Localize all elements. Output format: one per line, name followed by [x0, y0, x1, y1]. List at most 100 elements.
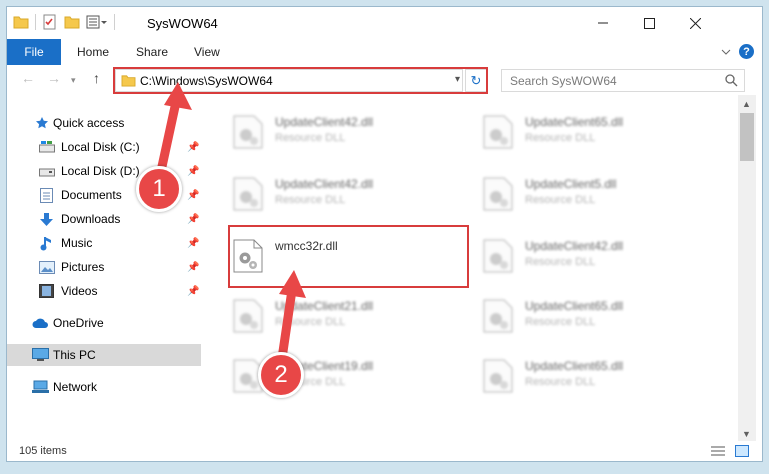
drive-icon	[39, 141, 55, 153]
vertical-scrollbar[interactable]: ▲ ▼	[738, 95, 756, 441]
file-item[interactable]: UpdateClient42.dll Resource DLL	[477, 233, 707, 289]
sidebar-item-label: This PC	[53, 348, 96, 362]
toolbar-separator	[114, 14, 115, 30]
dll-file-icon	[483, 177, 513, 214]
properties-icon[interactable]	[42, 14, 58, 30]
sidebar-item-label: Local Disk (C:)	[61, 140, 140, 154]
maximize-button[interactable]	[626, 7, 672, 39]
sidebar-item-label: Videos	[61, 284, 98, 298]
tab-file[interactable]: File	[7, 39, 61, 65]
sidebar-item-pictures[interactable]: Pictures 📌	[7, 256, 201, 278]
status-bar: 105 items	[7, 441, 762, 461]
explorer-window: SysWOW64 File Home Share View ? ← → ▾ ↑ …	[6, 6, 763, 462]
customize-toolbar-icon[interactable]	[86, 15, 108, 29]
file-item[interactable]: UpdateClient65.dll Resource DLL	[477, 109, 707, 165]
ribbon-controls: ?	[721, 44, 754, 59]
videos-icon	[39, 284, 54, 298]
pictures-icon	[39, 260, 55, 274]
maximize-icon	[643, 17, 655, 29]
file-type: Resource DLL	[525, 132, 596, 144]
search-box[interactable]: Search SysWOW64	[501, 69, 745, 92]
file-name: UpdateClient42.dll	[525, 239, 624, 253]
search-input[interactable]: Search SysWOW64	[510, 74, 617, 88]
close-button[interactable]	[672, 7, 718, 39]
pin-icon[interactable]: 📌	[187, 214, 199, 225]
toolbar-separator	[35, 14, 36, 30]
folder-icon	[13, 16, 29, 29]
up-arrow-icon[interactable]: ↑	[93, 70, 100, 86]
item-count: 105 items	[19, 445, 67, 457]
navigation-bar: ← → ▾ ↑ C:\Windows\SysWOW64 ▾ ↻ Search S…	[7, 65, 762, 95]
help-icon[interactable]: ?	[739, 44, 754, 59]
quick-access-toolbar	[13, 14, 115, 30]
dll-file-icon	[483, 115, 513, 152]
file-type: Resource DLL	[525, 194, 596, 206]
dll-file-icon	[483, 359, 513, 396]
sidebar-item-this-pc[interactable]: This PC	[7, 344, 201, 366]
sidebar-item-downloads[interactable]: Downloads 📌	[7, 208, 201, 230]
search-icon	[725, 74, 738, 87]
pin-icon[interactable]: 📌	[187, 286, 199, 297]
sidebar-item-network[interactable]: Network	[7, 376, 201, 398]
sidebar-item-label: Local Disk (D:)	[61, 164, 140, 178]
pin-icon[interactable]: 📌	[187, 238, 199, 249]
title-bar: SysWOW64	[7, 7, 762, 39]
dll-file-icon	[233, 115, 263, 152]
tab-share[interactable]: Share	[136, 39, 168, 65]
minimize-icon	[598, 22, 608, 24]
minimize-button[interactable]	[580, 7, 626, 39]
file-item[interactable]: UpdateClient65.dll Resource DLL	[477, 353, 707, 409]
file-name: UpdateClient42.dll	[275, 177, 374, 191]
expand-ribbon-icon[interactable]	[721, 48, 731, 56]
file-name: UpdateClient65.dll	[525, 299, 624, 313]
dll-file-icon	[483, 299, 513, 336]
sidebar-item-onedrive[interactable]: OneDrive	[7, 312, 201, 334]
recent-locations-chevron-icon[interactable]: ▾	[71, 75, 76, 86]
music-icon	[40, 236, 54, 251]
scroll-down-icon[interactable]: ▼	[742, 429, 751, 439]
file-item[interactable]: UpdateClient65.dll Resource DLL	[477, 293, 707, 349]
sidebar-item-label: Downloads	[61, 212, 121, 226]
computer-icon	[32, 348, 49, 362]
star-icon	[35, 116, 49, 130]
new-folder-icon[interactable]	[64, 15, 80, 29]
file-item[interactable]: UpdateClient5.dll Resource DLL	[477, 171, 707, 227]
large-icons-view-icon[interactable]	[735, 445, 749, 457]
file-name: UpdateClient65.dll	[525, 359, 624, 373]
sidebar-item-videos[interactable]: Videos 📌	[7, 280, 201, 302]
scrollbar-thumb[interactable]	[740, 113, 754, 161]
file-item[interactable]: UpdateClient42.dll Resource DLL	[227, 109, 457, 165]
tab-home[interactable]: Home	[77, 39, 109, 65]
forward-arrow-icon[interactable]: →	[47, 70, 61, 86]
details-view-icon[interactable]	[711, 445, 725, 457]
back-arrow-icon[interactable]: ←	[21, 70, 35, 86]
dll-file-icon	[233, 177, 263, 214]
dll-file-icon	[483, 239, 513, 276]
drive-icon	[39, 165, 55, 177]
file-item[interactable]: UpdateClient42.dll Resource DLL	[227, 171, 457, 227]
step-2-badge: 2	[258, 352, 304, 398]
file-type: Resource DLL	[525, 376, 596, 388]
sidebar-item-label: OneDrive	[53, 316, 104, 330]
tab-view[interactable]: View	[194, 39, 220, 65]
sidebar-item-label: Quick access	[53, 116, 125, 130]
scroll-up-icon[interactable]: ▲	[742, 99, 751, 109]
pin-icon[interactable]: 📌	[187, 190, 199, 201]
ribbon: File Home Share View ?	[7, 39, 762, 66]
file-name: UpdateClient42.dll	[275, 115, 374, 129]
onedrive-icon	[32, 318, 49, 329]
sidebar-item-label: Music	[61, 236, 93, 250]
file-type: Resource DLL	[275, 194, 346, 206]
file-type: Resource DLL	[275, 132, 346, 144]
step-1-badge: 1	[136, 166, 182, 212]
dll-file-icon	[233, 299, 263, 336]
sidebar-item-label: Network	[53, 380, 98, 394]
network-icon	[32, 380, 49, 394]
file-name: UpdateClient5.dll	[525, 177, 617, 191]
pin-icon[interactable]: 📌	[187, 262, 199, 273]
sidebar-item-label: Pictures	[61, 260, 105, 274]
close-icon	[689, 17, 701, 29]
sidebar-item-music[interactable]: Music 📌	[7, 232, 201, 254]
sidebar-item-label: Documents	[61, 188, 122, 202]
downloads-icon	[39, 212, 54, 227]
